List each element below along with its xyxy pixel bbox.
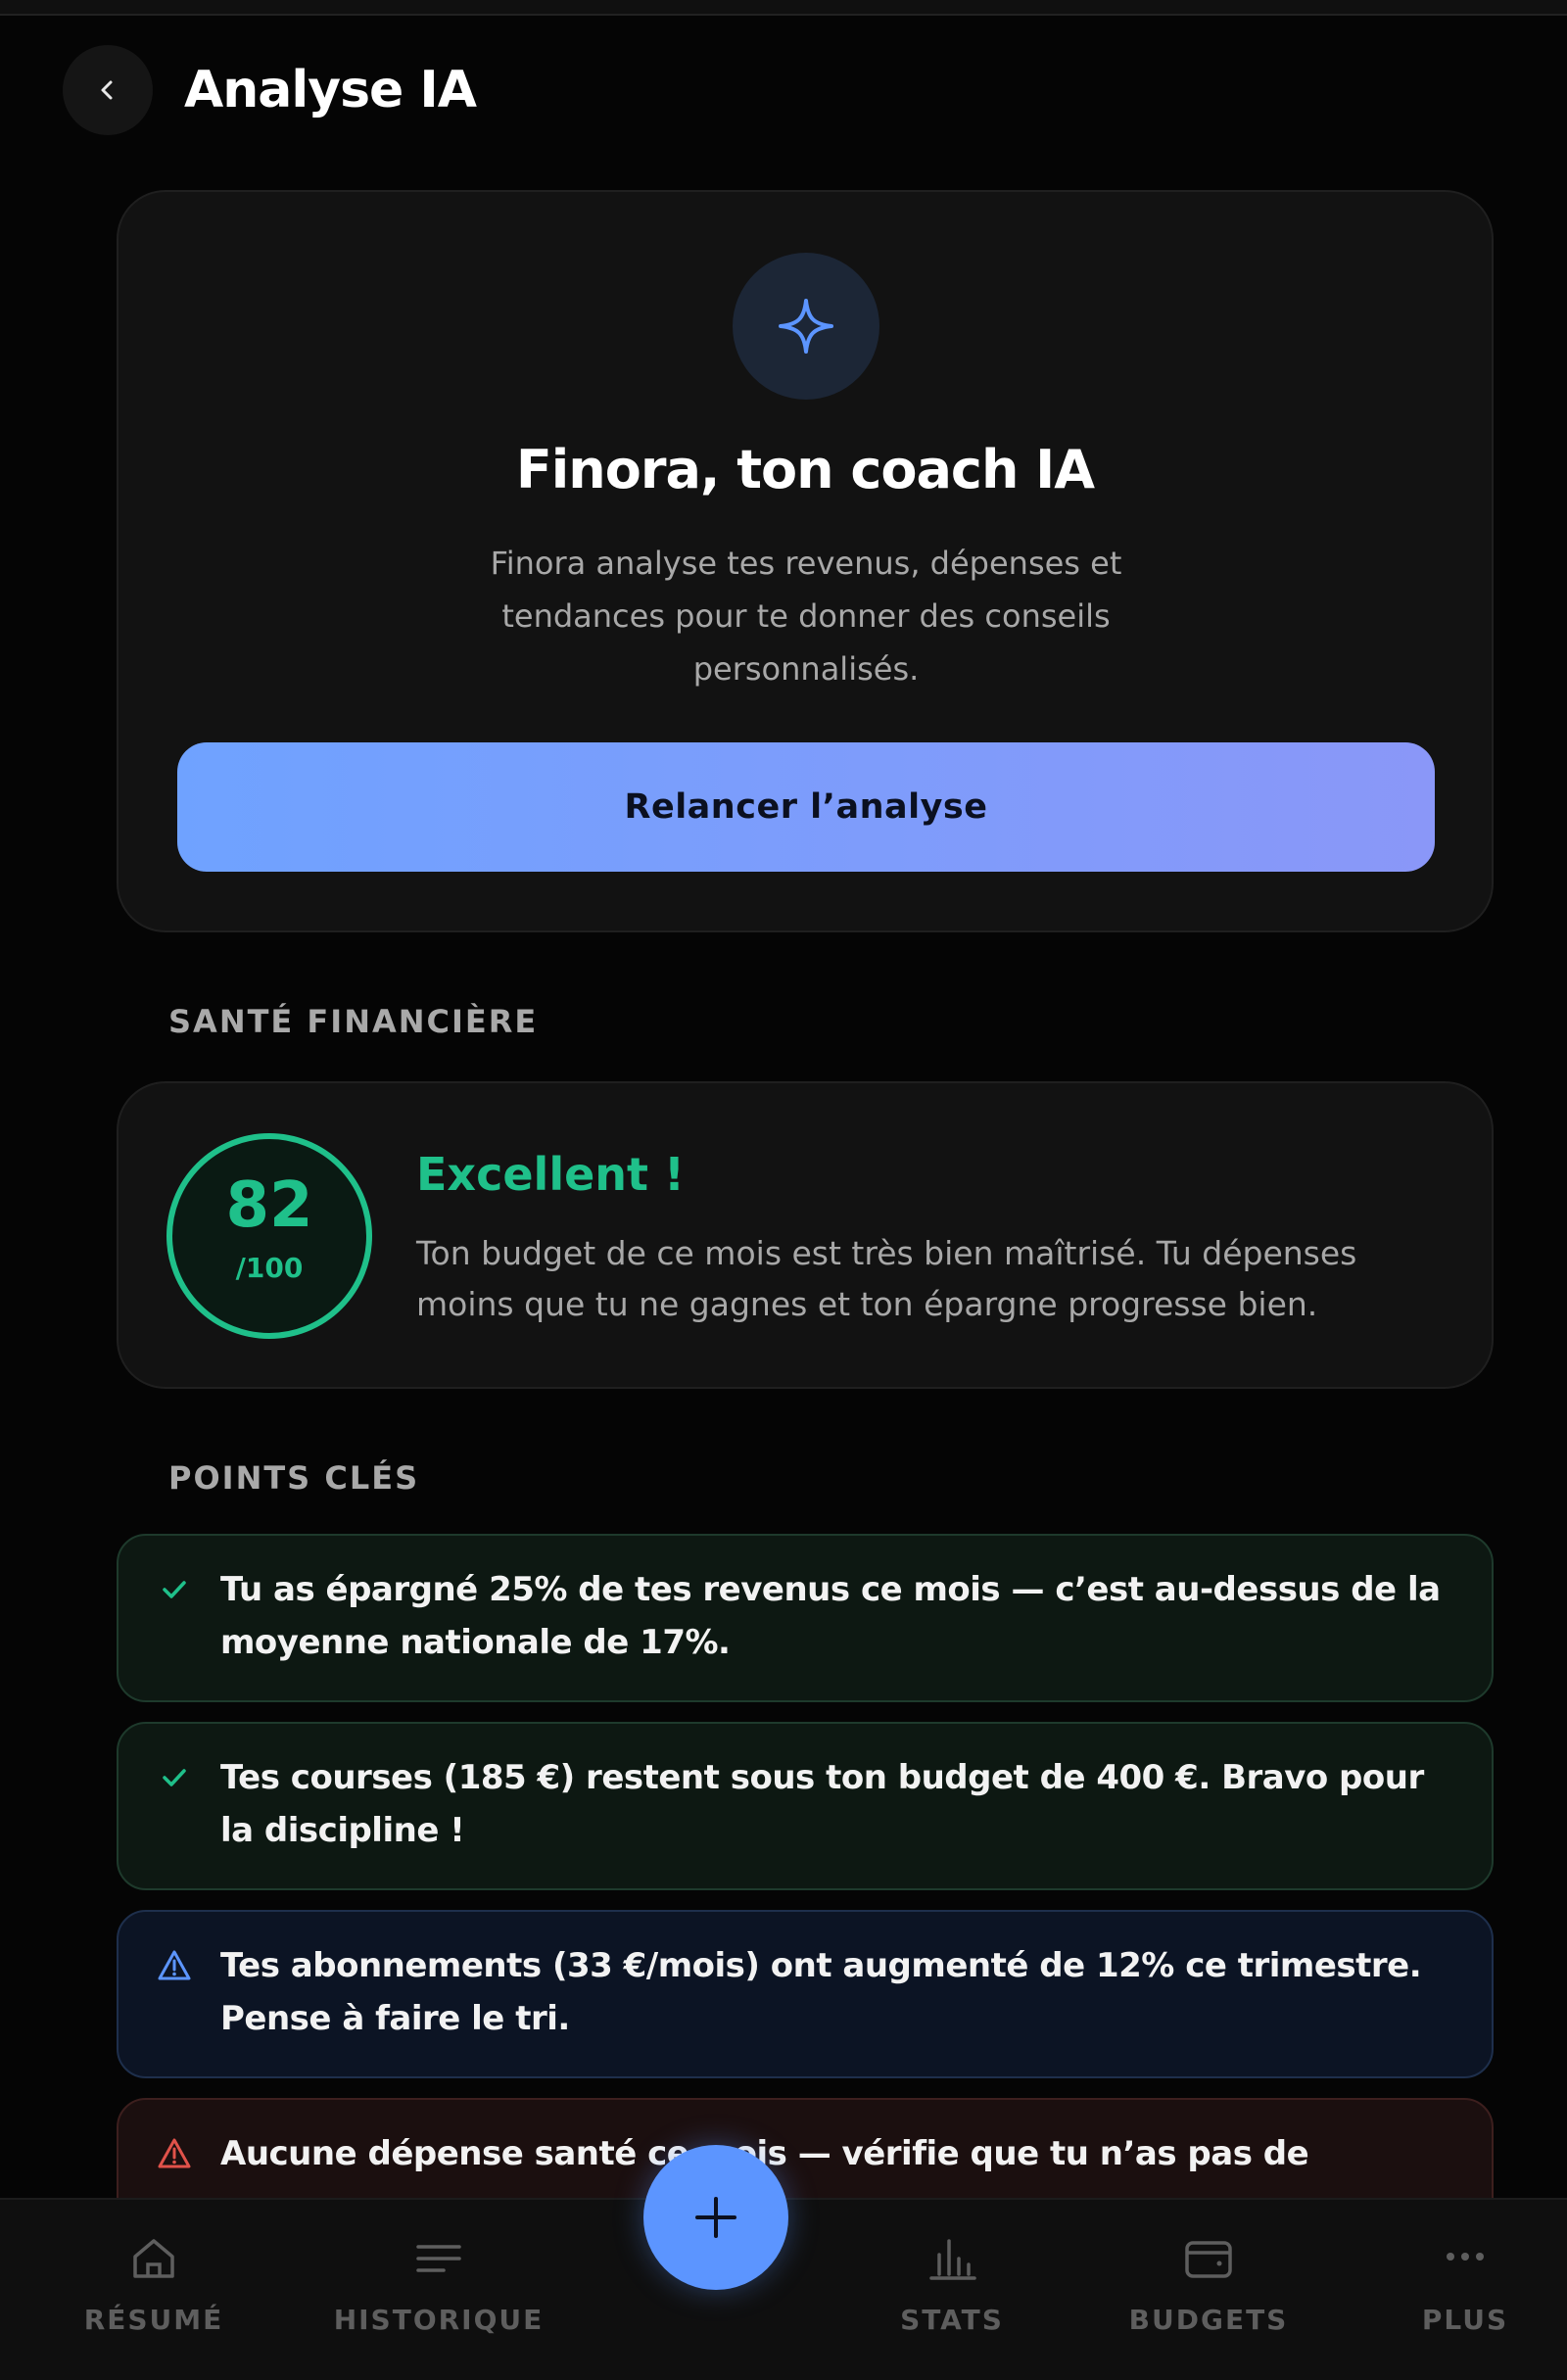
sparkle-badge bbox=[733, 253, 879, 400]
nav-label: HISTORIQUE bbox=[333, 2304, 545, 2336]
financial-health-card: 82 /100 Excellent ! Ton budget de ce moi… bbox=[117, 1081, 1494, 1389]
ai-coach-card: Finora, ton coach IA Finora analyse tes … bbox=[117, 190, 1494, 932]
coach-title: Finora, ton coach IA bbox=[515, 439, 1095, 500]
bar-chart-icon bbox=[929, 2239, 976, 2280]
header: Analyse IA bbox=[0, 43, 1567, 141]
key-point-text: Tes abonnements (33 €/mois) ont augmenté… bbox=[220, 1946, 1422, 2038]
nav-item-historique[interactable]: HISTORIQUE bbox=[331, 2235, 546, 2336]
key-point-text: Tu as épargné 25% de tes revenus ce mois… bbox=[220, 1570, 1441, 1662]
nav-item-resume[interactable]: RÉSUMÉ bbox=[46, 2235, 261, 2336]
chevron-left-icon bbox=[101, 80, 113, 100]
nav-label: BUDGETS bbox=[1128, 2304, 1289, 2336]
score-max: /100 bbox=[235, 1252, 304, 1284]
financial-health-label: SANTÉ FINANCIÈRE bbox=[168, 1003, 539, 1040]
nav-label: PLUS bbox=[1421, 2304, 1509, 2336]
top-bar bbox=[0, 0, 1567, 16]
health-status: Excellent ! bbox=[416, 1148, 686, 1201]
add-button[interactable] bbox=[643, 2145, 788, 2290]
check-icon bbox=[163, 1581, 186, 1598]
coach-description: Finora analyse tes revenus, dépenses et … bbox=[490, 545, 1122, 688]
nav-label: RÉSUMÉ bbox=[83, 2304, 224, 2336]
health-description: Ton budget de ce mois est très bien maît… bbox=[416, 1234, 1357, 1323]
nav-item-plus[interactable]: PLUS bbox=[1357, 2235, 1567, 2336]
nav-item-budgets[interactable]: BUDGETS bbox=[1101, 2235, 1316, 2336]
check-icon bbox=[163, 1769, 186, 1786]
warning-triangle-icon bbox=[158, 1950, 191, 1980]
score-value: 82 bbox=[225, 1169, 313, 1242]
key-point-item: Tes courses (185 €) restent sous ton bud… bbox=[117, 1722, 1494, 1890]
home-icon bbox=[133, 2239, 174, 2278]
key-point-text: Tes courses (185 €) restent sous ton bud… bbox=[220, 1758, 1424, 1850]
key-points-label: POINTS CLÉS bbox=[168, 1459, 420, 1497]
warning-triangle-icon bbox=[158, 2138, 191, 2168]
key-point-text: Aucune dépense santé ce mois — vérifie q… bbox=[220, 2134, 1309, 2173]
page-title: Analyse IA bbox=[184, 61, 477, 119]
plus-icon bbox=[695, 2197, 736, 2238]
nav-label: STATS bbox=[900, 2304, 1004, 2336]
key-point-item: Tes abonnements (33 €/mois) ont augmenté… bbox=[117, 1910, 1494, 2078]
rerun-analysis-button[interactable]: Relancer l’analyse bbox=[177, 742, 1435, 872]
back-button[interactable] bbox=[63, 45, 153, 135]
sparkle-icon bbox=[779, 299, 833, 354]
wallet-icon bbox=[1185, 2241, 1232, 2278]
list-icon bbox=[416, 2245, 461, 2272]
more-dots-icon bbox=[1447, 2253, 1484, 2261]
key-point-item: Tu as épargné 25% de tes revenus ce mois… bbox=[117, 1534, 1494, 1702]
nav-item-stats[interactable]: STATS bbox=[844, 2235, 1060, 2336]
